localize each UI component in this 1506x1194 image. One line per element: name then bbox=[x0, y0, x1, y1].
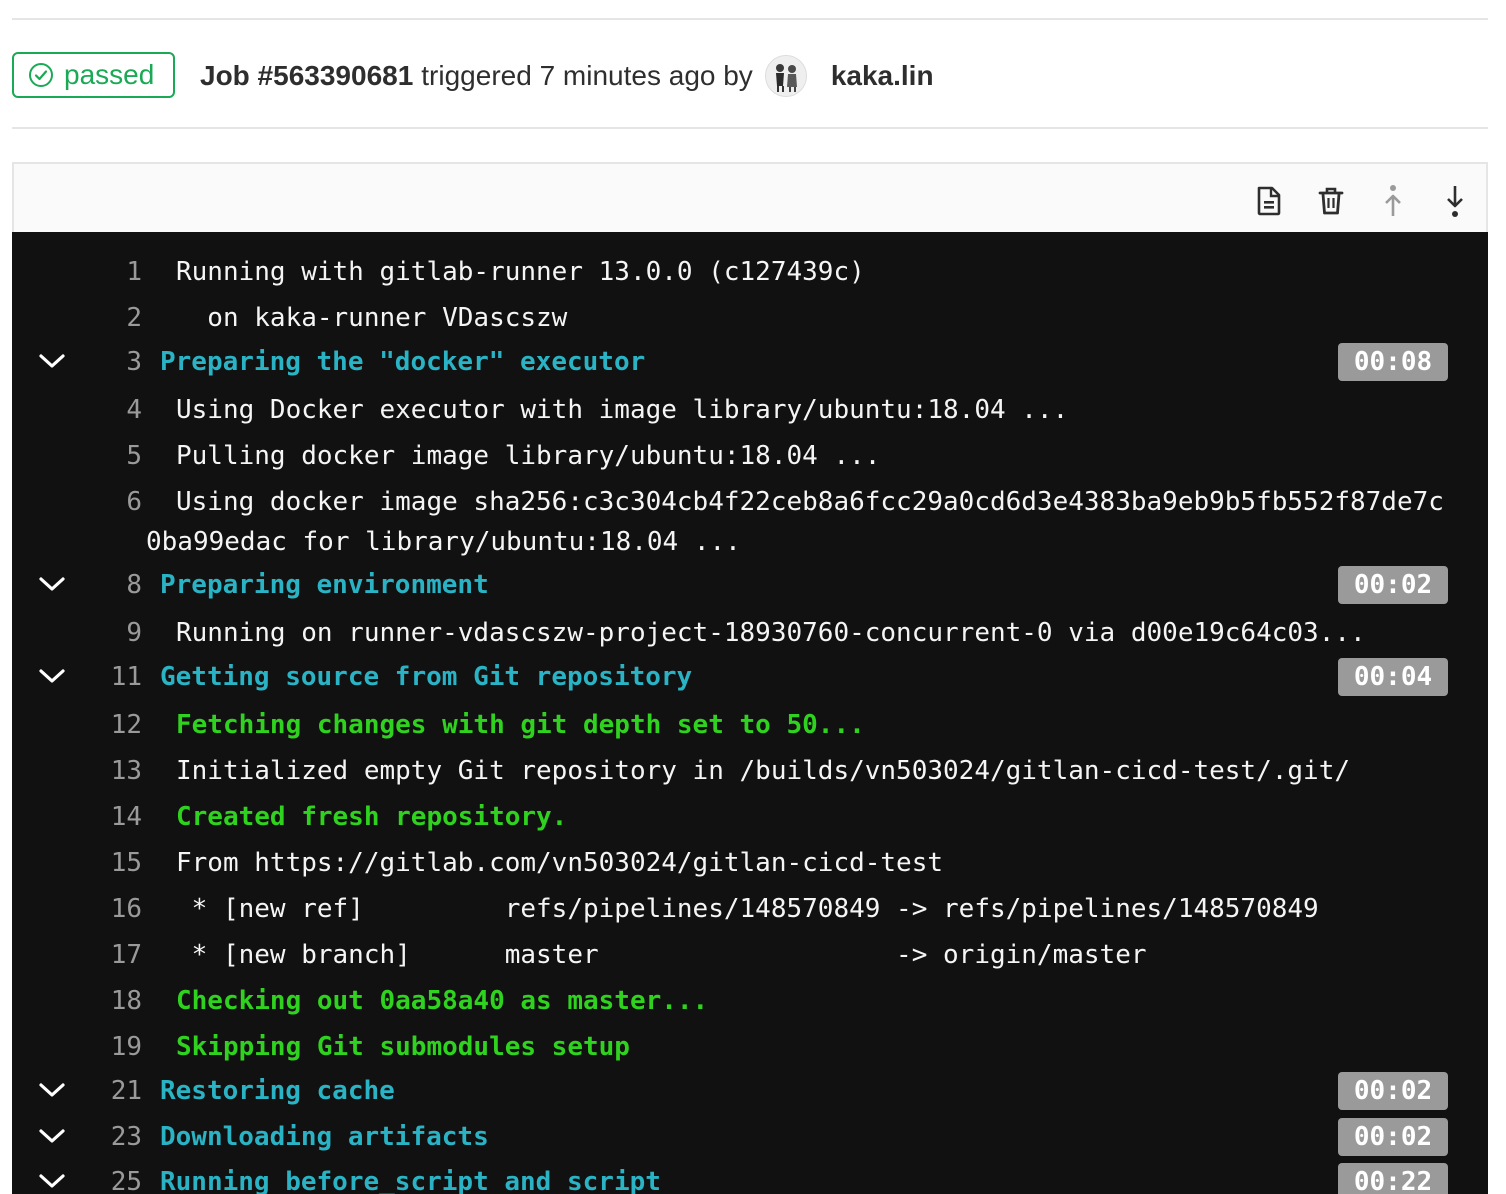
log-line: 14 Created fresh repository. bbox=[12, 794, 1488, 840]
log-line: 15 From https://gitlab.com/vn503024/gitl… bbox=[12, 840, 1488, 886]
job-log-toolbar bbox=[12, 162, 1488, 232]
log-line: 16 * [new ref] refs/pipelines/148570849 … bbox=[12, 886, 1488, 932]
log-section-header[interactable]: 8 Preparing environment 00:02 bbox=[12, 562, 1488, 608]
line-number[interactable]: 12 bbox=[111, 702, 142, 748]
header-divider bbox=[12, 127, 1488, 129]
avatar[interactable] bbox=[764, 55, 807, 97]
log-line: 5 Pulling docker image library/ubuntu:18… bbox=[12, 433, 1488, 479]
log-line-continuation: 0ba99edac for library/ubuntu:18.04 ... bbox=[12, 519, 1488, 565]
log-line: 17 * [new branch] master -> origin/maste… bbox=[12, 932, 1488, 978]
line-number[interactable]: 5 bbox=[126, 433, 142, 479]
status-badge[interactable]: passed bbox=[12, 52, 175, 98]
line-number[interactable]: 13 bbox=[111, 748, 142, 794]
log-text: Running on runner-vdascszw-project-18930… bbox=[176, 618, 1366, 648]
line-number[interactable]: 8 bbox=[126, 562, 142, 608]
section-title: Running before_script and script bbox=[160, 1167, 661, 1194]
log-text: Initialized empty Git repository in /bui… bbox=[176, 756, 1350, 786]
line-number[interactable]: 2 bbox=[126, 295, 142, 341]
log-line: 9 Running on runner-vdascszw-project-189… bbox=[12, 610, 1488, 656]
log-text: Running with gitlab-runner 13.0.0 (c1274… bbox=[176, 257, 865, 287]
scroll-to-top-button[interactable] bbox=[1376, 184, 1410, 218]
log-text: Checking out 0aa58a40 as master... bbox=[176, 986, 709, 1016]
line-number[interactable]: 3 bbox=[126, 339, 142, 385]
line-number[interactable]: 23 bbox=[111, 1114, 142, 1160]
section-duration-badge: 00:08 bbox=[1338, 343, 1448, 381]
chevron-down-icon[interactable] bbox=[38, 1169, 66, 1193]
log-line: 1 Running with gitlab-runner 13.0.0 (c12… bbox=[12, 249, 1488, 295]
log-section-header[interactable]: 23 Downloading artifacts 00:02 bbox=[12, 1114, 1488, 1160]
log-section-header[interactable]: 25 Running before_script and script 00:2… bbox=[12, 1159, 1488, 1194]
section-title: Preparing environment bbox=[160, 570, 489, 600]
log-line: 12 Fetching changes with git depth set t… bbox=[12, 702, 1488, 748]
user-link[interactable]: kaka.lin bbox=[831, 60, 934, 92]
log-line: 18 Checking out 0aa58a40 as master... bbox=[12, 978, 1488, 1024]
log-line: 2 on kaka-runner VDascszw bbox=[12, 295, 1488, 341]
log-text: 0ba99edac for library/ubuntu:18.04 ... bbox=[146, 527, 741, 557]
chevron-down-icon[interactable] bbox=[38, 1124, 66, 1148]
log-text: * [new ref] refs/pipelines/148570849 -> … bbox=[176, 894, 1319, 924]
log-text: * [new branch] master -> origin/master bbox=[176, 940, 1147, 970]
section-title: Getting source from Git repository bbox=[160, 662, 693, 692]
status-label: passed bbox=[64, 59, 155, 90]
line-number[interactable]: 19 bbox=[111, 1024, 142, 1070]
log-section-header[interactable]: 11 Getting source from Git repository 00… bbox=[12, 654, 1488, 700]
job-log: 1 Running with gitlab-runner 13.0.0 (c12… bbox=[12, 232, 1488, 1194]
log-text: From https://gitlab.com/vn503024/gitlan-… bbox=[176, 848, 944, 878]
chevron-down-icon[interactable] bbox=[38, 664, 66, 688]
erase-log-button[interactable] bbox=[1314, 184, 1348, 218]
line-number[interactable]: 17 bbox=[111, 932, 142, 978]
log-section-header[interactable]: 3 Preparing the "docker" executor 00:08 bbox=[12, 339, 1488, 385]
triggered-text: triggered 7 minutes ago by bbox=[421, 60, 753, 91]
log-text: Created fresh repository. bbox=[176, 802, 568, 832]
raw-log-button[interactable] bbox=[1252, 184, 1286, 218]
line-number[interactable]: 25 bbox=[111, 1159, 142, 1194]
log-line: 13 Initialized empty Git repository in /… bbox=[12, 748, 1488, 794]
scroll-to-top-icon bbox=[1385, 185, 1401, 216]
chevron-down-icon[interactable] bbox=[38, 349, 66, 373]
line-number[interactable]: 11 bbox=[111, 654, 142, 700]
scroll-to-bottom-icon bbox=[1447, 186, 1463, 217]
job-summary: Job #563390681 triggered 7 minutes ago b… bbox=[200, 50, 934, 102]
line-number[interactable]: 1 bbox=[126, 249, 142, 295]
line-number[interactable]: 18 bbox=[111, 978, 142, 1024]
line-number[interactable]: 21 bbox=[111, 1068, 142, 1114]
section-title: Preparing the "docker" executor bbox=[160, 347, 646, 377]
line-number[interactable]: 9 bbox=[126, 610, 142, 656]
section-duration-badge: 00:02 bbox=[1338, 1072, 1448, 1110]
section-duration-badge: 00:02 bbox=[1338, 1118, 1448, 1156]
log-line: 19 Skipping Git submodules setup bbox=[12, 1024, 1488, 1070]
job-header: passed Job #563390681 triggered 7 minute… bbox=[12, 20, 1488, 128]
log-text: Using Docker executor with image library… bbox=[176, 395, 1069, 425]
log-line: 4 Using Docker executor with image libra… bbox=[12, 387, 1488, 433]
check-circle-icon bbox=[29, 63, 53, 87]
job-id: Job #563390681 bbox=[200, 60, 414, 91]
log-section-header[interactable]: 21 Restoring cache 00:02 bbox=[12, 1068, 1488, 1114]
line-number[interactable]: 16 bbox=[111, 886, 142, 932]
section-title: Downloading artifacts bbox=[160, 1122, 489, 1152]
section-duration-badge: 00:02 bbox=[1338, 566, 1448, 604]
raw-log-icon bbox=[1257, 186, 1281, 216]
log-text: Pulling docker image library/ubuntu:18.0… bbox=[176, 441, 881, 471]
section-duration-badge: 00:04 bbox=[1338, 658, 1448, 696]
line-number[interactable]: 14 bbox=[111, 794, 142, 840]
section-duration-badge: 00:22 bbox=[1338, 1163, 1448, 1194]
line-number[interactable]: 4 bbox=[126, 387, 142, 433]
avatar-image bbox=[765, 56, 806, 96]
log-text: Fetching changes with git depth set to 5… bbox=[176, 710, 865, 740]
line-number[interactable]: 15 bbox=[111, 840, 142, 886]
scroll-to-bottom-button[interactable] bbox=[1438, 184, 1472, 218]
chevron-down-icon[interactable] bbox=[38, 572, 66, 596]
section-title: Restoring cache bbox=[160, 1076, 395, 1106]
log-text: on kaka-runner VDascszw bbox=[176, 303, 568, 333]
log-text: Skipping Git submodules setup bbox=[176, 1032, 630, 1062]
erase-log-icon bbox=[1318, 187, 1344, 215]
chevron-down-icon[interactable] bbox=[38, 1078, 66, 1102]
